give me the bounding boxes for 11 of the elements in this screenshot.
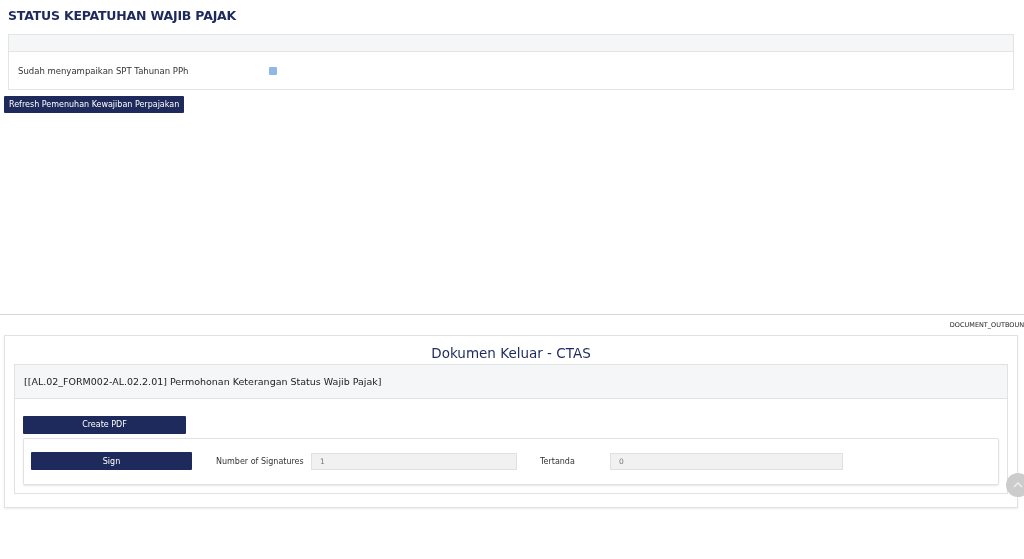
- create-pdf-button[interactable]: Create PDF: [23, 415, 186, 434]
- form-title: [[AL.02_FORM002-AL.02.2.01] Permohonan Keterangan Status Wajib Pajak]: [24, 376, 382, 387]
- section-title: STATUS KEPATUHAN WAJIB PAJAK: [8, 8, 238, 23]
- card-title: Dokumen Keluar - CTAS: [430, 345, 592, 361]
- sign-button[interactable]: Sign: [31, 452, 192, 470]
- field-label: Number of Signatures: [216, 456, 305, 466]
- scroll-top-icon[interactable]: [1006, 473, 1024, 497]
- refresh-button[interactable]: Refresh Pemenuhan Kewajiban Perpajakan: [4, 96, 185, 113]
- checkbox[interactable]: [269, 66, 277, 75]
- field-label: Tertanda: [540, 456, 576, 466]
- row-label: Sudah menyampaikan SPT Tahunan PPh: [18, 65, 190, 76]
